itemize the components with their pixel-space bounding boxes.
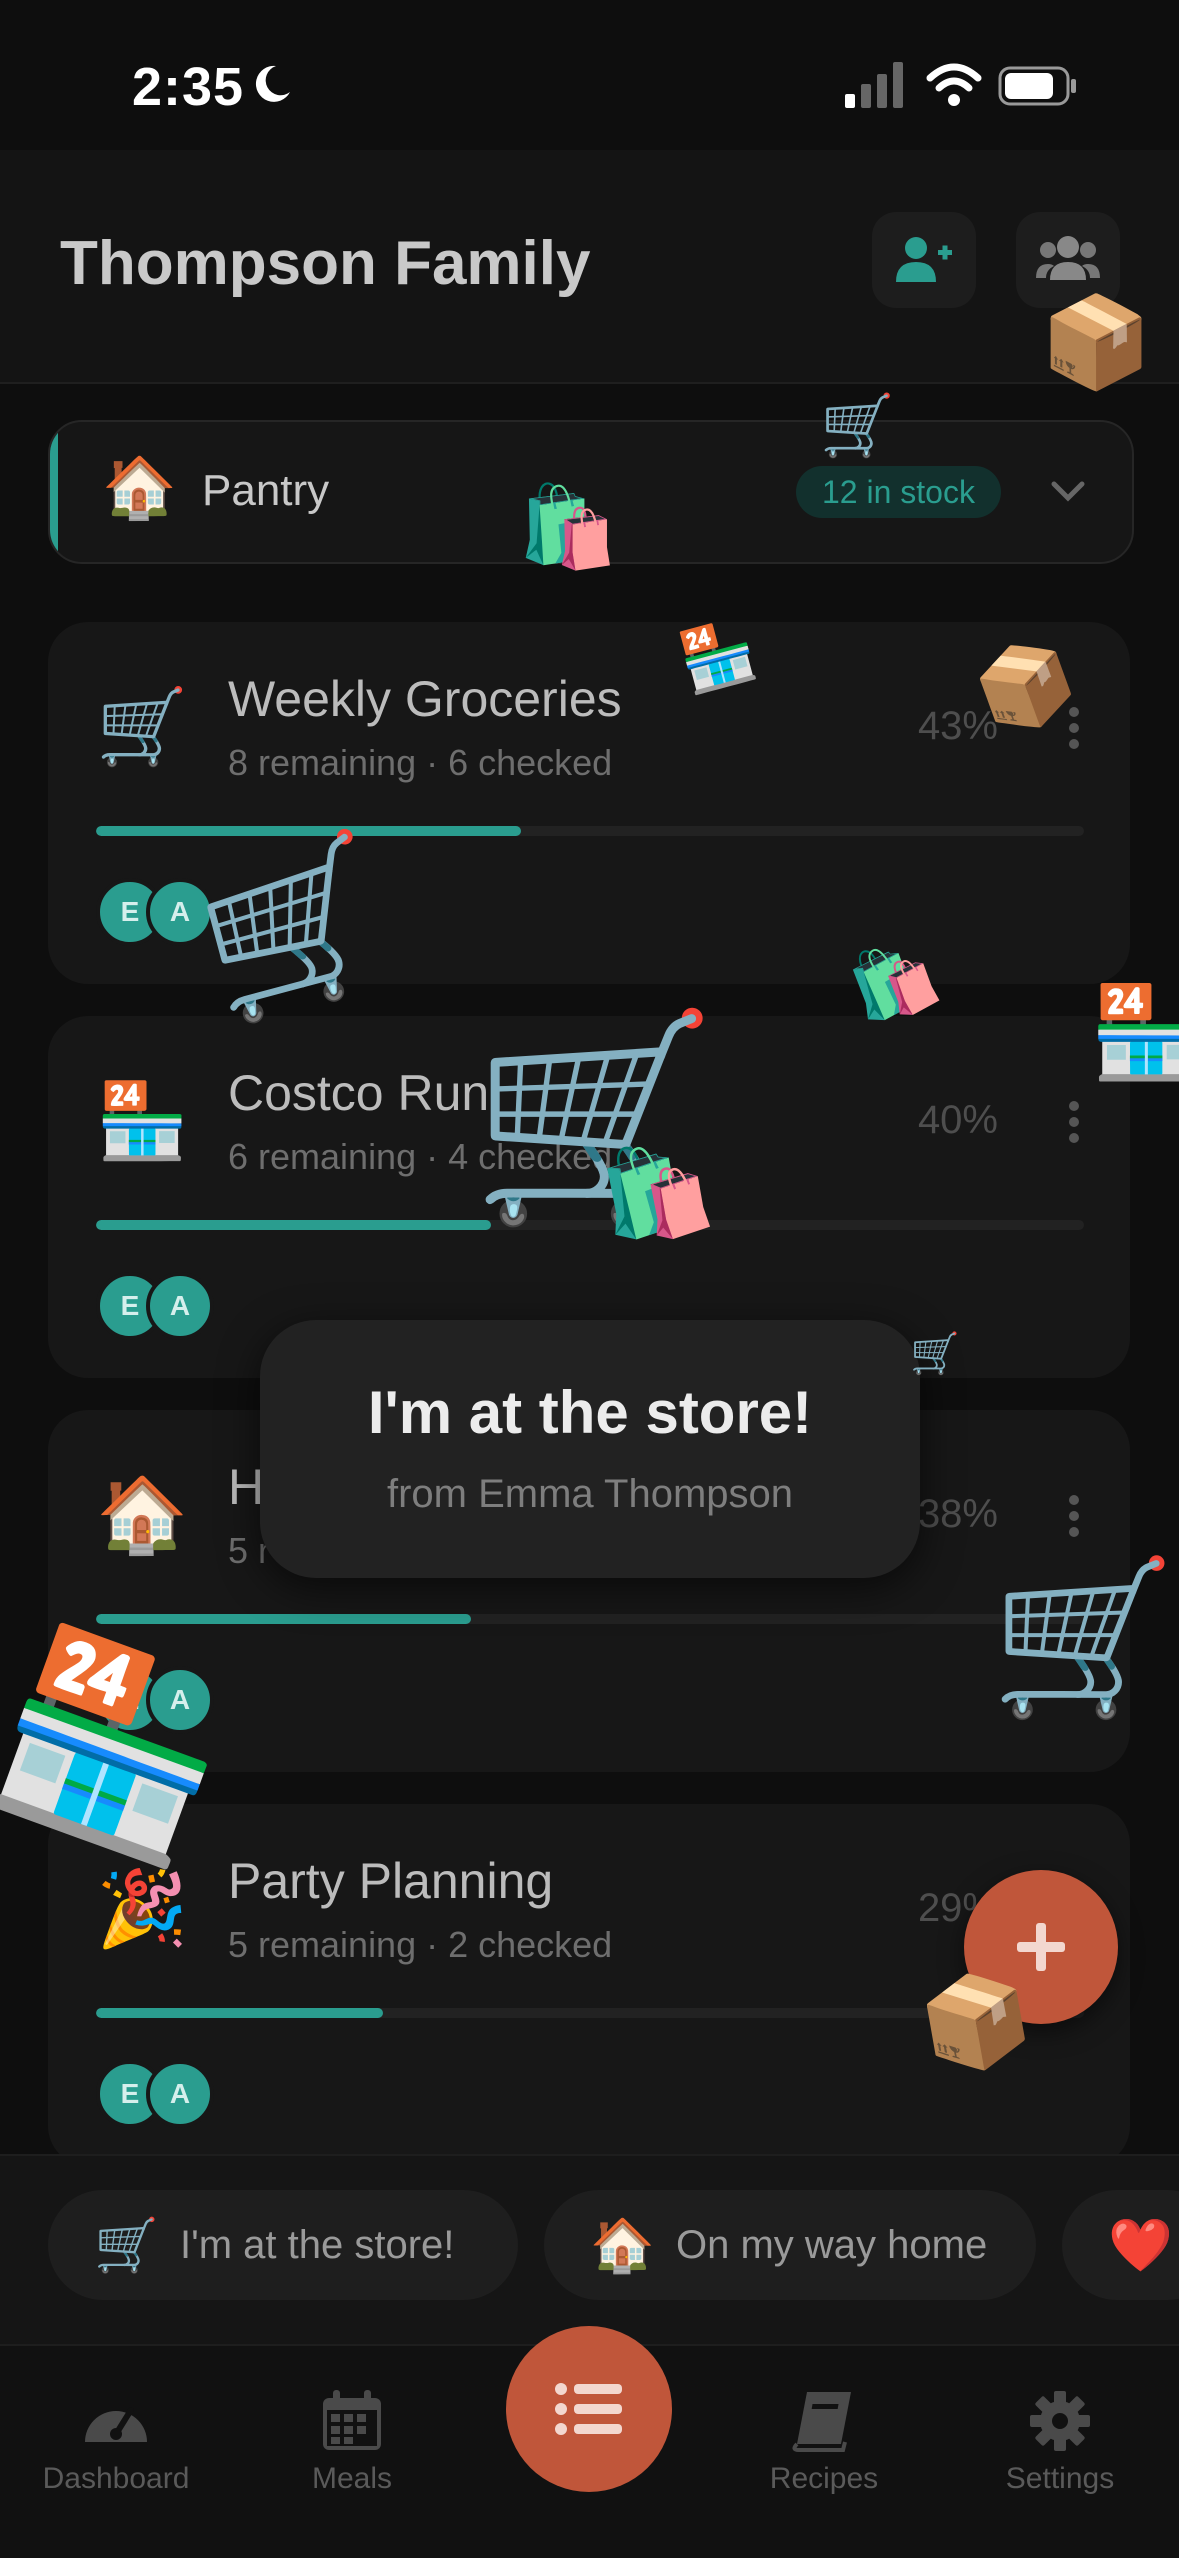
list-percent: 38% bbox=[917, 1492, 998, 1536]
calendar-icon bbox=[323, 2390, 381, 2450]
pantry-accent-bar bbox=[50, 422, 58, 562]
quick-action-on-way-home[interactable]: 🏠 On my way home bbox=[544, 2190, 1036, 2300]
progress-fill bbox=[96, 1220, 492, 1230]
cart-icon: 🛒 bbox=[94, 2215, 159, 2276]
progress-fill bbox=[96, 1614, 472, 1624]
more-vertical-icon[interactable] bbox=[1066, 1100, 1082, 1144]
heart-icon: ❤️ bbox=[1108, 2215, 1173, 2276]
tab-lists[interactable] bbox=[506, 2326, 672, 2492]
more-vertical-icon[interactable] bbox=[1066, 1494, 1082, 1538]
list-icon bbox=[555, 2383, 622, 2435]
gear-icon bbox=[1030, 2391, 1090, 2451]
tab-label: Settings bbox=[1005, 2462, 1115, 2495]
list-emoji-icon: 🏪 bbox=[96, 1078, 189, 1164]
tab-bar: Dashboard Meals Recipes Settings bbox=[0, 2326, 1179, 2558]
tab-dashboard[interactable]: Dashboard bbox=[16, 2346, 216, 2526]
add-list-button[interactable] bbox=[964, 1870, 1118, 2024]
tab-recipes[interactable]: Recipes bbox=[724, 2346, 924, 2526]
pantry-selector[interactable]: 🏠 Pantry 12 in stock bbox=[48, 420, 1134, 564]
list-name: Costco Run bbox=[228, 1065, 490, 1121]
status-time: 2:35 bbox=[132, 57, 245, 117]
list-card[interactable]: 🛒 Weekly Groceries 8 remaining · 6 check… bbox=[48, 622, 1130, 984]
page-title: Thompson Family bbox=[60, 229, 591, 298]
speedometer-icon bbox=[85, 2407, 147, 2442]
more-vertical-icon[interactable] bbox=[1066, 706, 1082, 750]
family-members-button[interactable] bbox=[1016, 212, 1120, 308]
list-emoji-icon: 🏠 bbox=[96, 1472, 189, 1558]
notification-toast: I'm at the store! from Emma Thompson bbox=[260, 1320, 920, 1578]
list-name: H bbox=[228, 1459, 265, 1515]
group-icon bbox=[1036, 236, 1100, 280]
list-percent: 40% bbox=[917, 1098, 998, 1142]
tab-meals[interactable]: Meals bbox=[252, 2346, 452, 2526]
list-name: Party Planning bbox=[228, 1853, 554, 1909]
progress-track bbox=[96, 1220, 1084, 1230]
list-name: Weekly Groceries bbox=[228, 671, 622, 727]
tab-label: Meals bbox=[311, 2462, 393, 2495]
progress-track bbox=[96, 826, 1084, 836]
list-percent: 43% bbox=[917, 704, 998, 748]
add-member-icon bbox=[896, 237, 952, 282]
list-card[interactable]: 🎉 Party Planning 5 remaining · 2 checked… bbox=[48, 1804, 1130, 2166]
pantry-label: Pantry bbox=[202, 466, 330, 515]
list-summary: 5 remaining · 2 checked bbox=[228, 1924, 613, 1965]
toast-subtitle: from Emma Thompson bbox=[386, 1472, 794, 1516]
chevron-down-icon bbox=[1051, 481, 1085, 502]
avatar: A bbox=[146, 1666, 214, 1734]
wifi-icon bbox=[926, 63, 982, 106]
plus-icon bbox=[1017, 1923, 1065, 1971]
list-summary: 6 remaining · 4 checked bbox=[228, 1136, 613, 1177]
quick-action-at-store[interactable]: 🛒 I'm at the store! bbox=[48, 2190, 518, 2300]
tab-settings[interactable]: Settings bbox=[960, 2346, 1160, 2526]
progress-track bbox=[96, 1614, 1084, 1624]
quick-actions-bar: 🛒 I'm at the store! 🏠 On my way home ❤️ bbox=[0, 2154, 1179, 2346]
stock-badge: 12 in stock bbox=[796, 466, 1001, 518]
tab-label: Dashboard bbox=[42, 2462, 190, 2495]
battery-icon bbox=[998, 66, 1076, 106]
progress-fill bbox=[96, 2008, 383, 2018]
toast-title: I'm at the store! bbox=[367, 1379, 813, 1446]
progress-track bbox=[96, 2008, 1084, 2018]
tab-label: Recipes bbox=[769, 2462, 879, 2495]
progress-fill bbox=[96, 826, 521, 836]
list-emoji-icon: 🎉 bbox=[96, 1866, 189, 1952]
avatar: A bbox=[146, 1272, 214, 1340]
list-emoji-icon: 🛒 bbox=[96, 684, 189, 770]
quick-action-label: I'm at the store! bbox=[180, 2222, 455, 2267]
house-icon: 🏠 bbox=[102, 453, 177, 523]
book-icon bbox=[792, 2392, 851, 2452]
avatar: A bbox=[146, 878, 214, 946]
avatar: A bbox=[146, 2060, 214, 2128]
signal-icon bbox=[845, 62, 903, 108]
moon-icon bbox=[255, 65, 290, 102]
quick-action-label: On my way home bbox=[676, 2222, 988, 2267]
house-icon: 🏠 bbox=[590, 2215, 655, 2276]
add-member-button[interactable] bbox=[872, 212, 976, 308]
quick-action-love[interactable]: ❤️ bbox=[1062, 2190, 1179, 2300]
list-summary: 8 remaining · 6 checked bbox=[228, 742, 613, 783]
